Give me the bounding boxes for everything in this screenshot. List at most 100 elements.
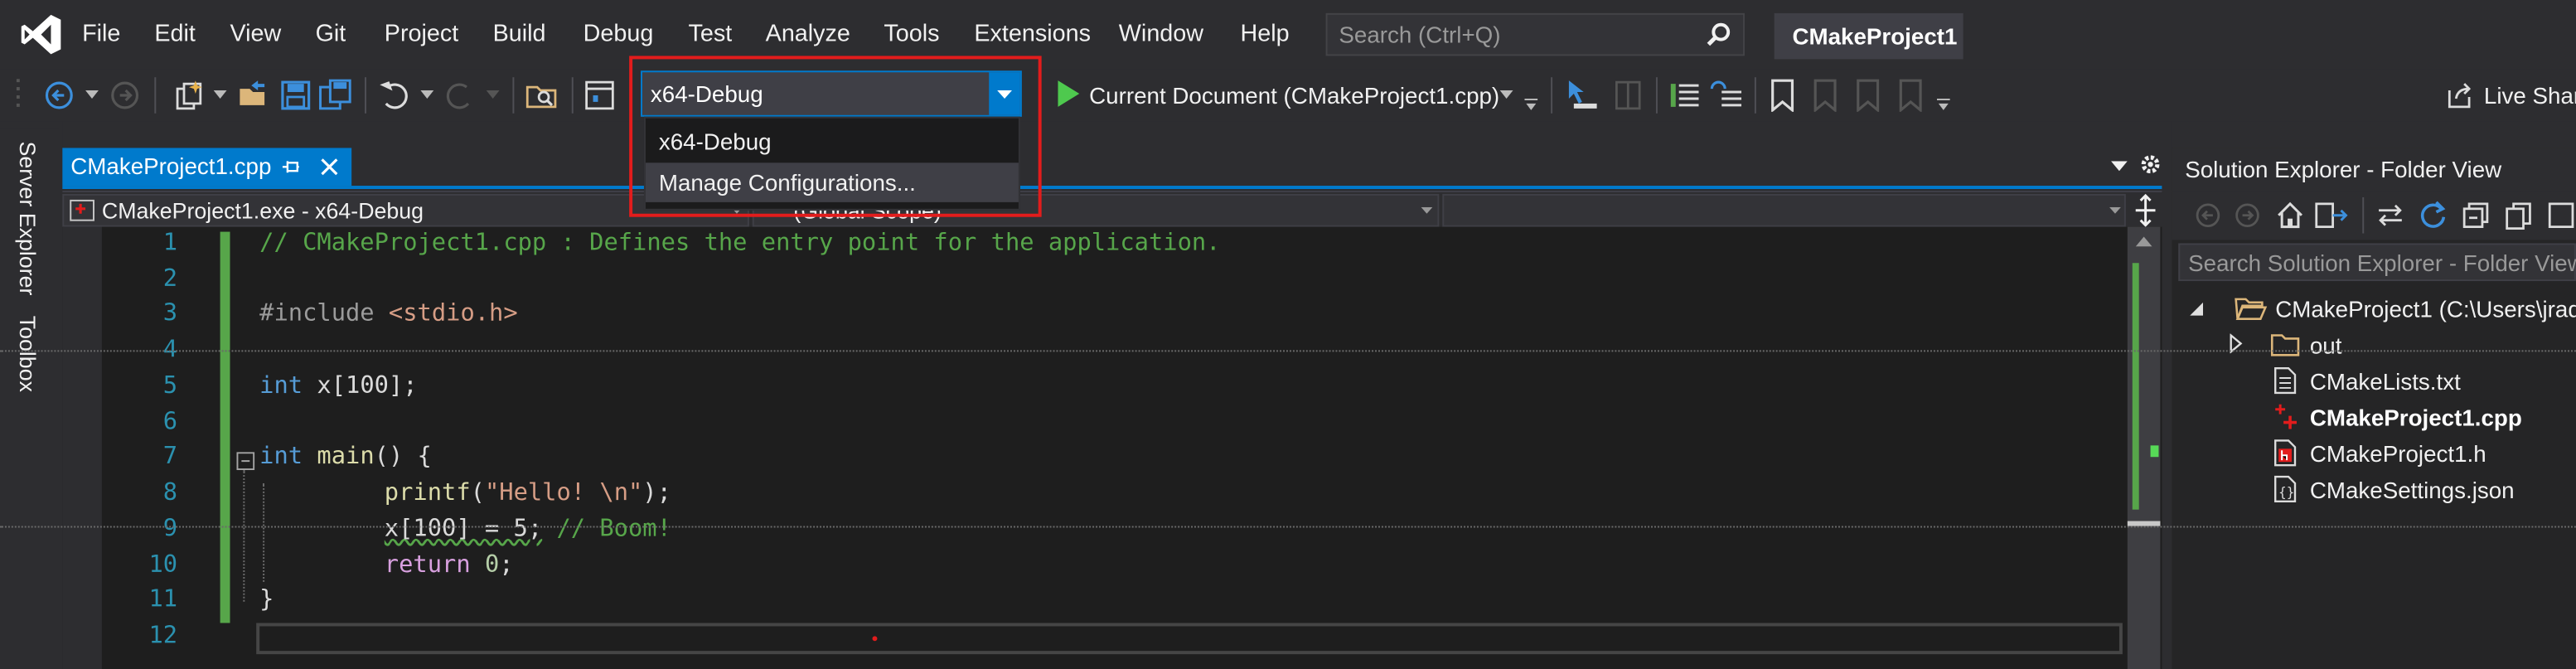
- tree-item-header[interactable]: CMakeProject1.h: [2172, 435, 2576, 472]
- overflow-icon[interactable]: [1524, 98, 1538, 112]
- chevron-down-icon[interactable]: [2110, 161, 2128, 172]
- menu-window[interactable]: Window: [1119, 20, 1203, 50]
- live-share-button[interactable]: Live Share: [2484, 82, 2576, 109]
- toolbar-separator: [2362, 196, 2365, 234]
- menu-debug[interactable]: Debug: [583, 20, 654, 50]
- vs-logo-icon[interactable]: [20, 13, 63, 56]
- menu-project[interactable]: Project: [385, 20, 458, 50]
- solution-explorer-title: Solution Explorer - Folder View: [2185, 156, 2502, 183]
- side-tool-tabs: Server Explorer Toolbox: [0, 128, 60, 669]
- forward-icon[interactable]: [109, 79, 142, 112]
- bookmark-next-icon[interactable]: [1852, 79, 1881, 112]
- bookmark-prev-icon[interactable]: [1809, 79, 1838, 112]
- vertical-scrollbar[interactable]: [2127, 226, 2161, 669]
- split-window-icon[interactable]: [2133, 193, 2159, 227]
- back-icon[interactable]: [43, 79, 76, 112]
- code-editor[interactable]: 1 2 3 4 5 6 7 8 9 10 11 12 // CMakeProje…: [62, 226, 2162, 669]
- scrollbar-change-marker: [2132, 263, 2139, 510]
- menu-help[interactable]: Help: [1240, 20, 1289, 50]
- tab-server-explorer[interactable]: Server Explorer: [15, 142, 40, 296]
- chevron-down-icon[interactable]: [1421, 206, 1433, 214]
- chevron-down-icon[interactable]: [2109, 206, 2121, 214]
- cpp-file-icon: [2275, 404, 2297, 429]
- switch-views-icon[interactable]: [2313, 201, 2350, 230]
- uncomment-icon[interactable]: [1708, 79, 1745, 112]
- forward-icon[interactable]: [2235, 202, 2261, 229]
- json-file-icon: {}: [2274, 475, 2297, 502]
- chevron-down-icon[interactable]: [420, 90, 434, 99]
- step-into-cursor-icon[interactable]: [1564, 79, 1600, 112]
- comment-icon[interactable]: [1669, 79, 1702, 112]
- folder-icon: [2270, 334, 2300, 356]
- menu-build[interactable]: Build: [493, 20, 546, 50]
- panel-splitter[interactable]: [2162, 148, 2172, 669]
- scroll-up-icon[interactable]: [2135, 236, 2152, 247]
- code-token: main: [317, 444, 375, 471]
- solution-explorer-search[interactable]: Search Solution Explorer - Folder View: [2178, 243, 2576, 282]
- menu-view[interactable]: View: [230, 20, 281, 50]
- collapse-icon[interactable]: [236, 452, 255, 471]
- undo-icon[interactable]: [378, 79, 411, 112]
- close-icon[interactable]: [321, 158, 339, 176]
- open-folder-icon[interactable]: [236, 79, 269, 112]
- line-number: 11: [148, 586, 178, 613]
- live-share-icon[interactable]: [2444, 80, 2474, 110]
- run-target-label[interactable]: Current Document (CMakeProject1.cpp): [1089, 82, 1499, 109]
- new-project-icon[interactable]: [172, 79, 206, 112]
- find-in-files-icon[interactable]: [525, 79, 562, 112]
- collapse-all-icon[interactable]: [2461, 201, 2491, 230]
- code-line-1: // CMakeProject1.cpp : Defines the entry…: [259, 230, 1221, 257]
- save-icon[interactable]: [279, 79, 312, 112]
- menu-analyze[interactable]: Analyze: [766, 20, 850, 50]
- tab-toolbox[interactable]: Toolbox: [15, 316, 40, 392]
- pin-icon[interactable]: [281, 158, 301, 176]
- overflow-icon[interactable]: [1936, 98, 1950, 112]
- search-box[interactable]: Search (Ctrl+Q): [1325, 12, 1745, 56]
- text-cursor: [872, 636, 878, 642]
- toolbar-separator: [365, 77, 367, 114]
- chevron-down-icon[interactable]: [486, 90, 500, 99]
- menu-git[interactable]: Git: [316, 20, 346, 50]
- member-scope-combo[interactable]: [1442, 193, 2126, 227]
- menu-extensions[interactable]: Extensions: [974, 20, 1091, 50]
- expanded-triangle-icon[interactable]: [2190, 302, 2203, 316]
- menu-file[interactable]: File: [82, 20, 120, 50]
- search-icon[interactable]: [1705, 22, 1731, 48]
- tree-root[interactable]: CMakeProject1 (C:\Users\jradi: [2172, 291, 2576, 327]
- code-line-5: int x[100];: [259, 373, 417, 400]
- menu-edit[interactable]: Edit: [154, 20, 196, 50]
- refresh-icon[interactable]: [2419, 201, 2448, 230]
- tree-item-cmakelists[interactable]: CMakeLists.txt: [2172, 363, 2576, 400]
- tree-item-out[interactable]: out: [2172, 327, 2576, 364]
- chevron-down-icon[interactable]: [213, 90, 227, 99]
- menu-tools[interactable]: Tools: [884, 20, 939, 50]
- back-icon[interactable]: [2195, 202, 2221, 229]
- gear-icon[interactable]: [2139, 153, 2162, 176]
- bookmark-clear-icon[interactable]: [1894, 79, 1924, 112]
- line-number: 3: [162, 300, 178, 327]
- play-icon[interactable]: [1055, 79, 1082, 109]
- line-number: 1: [162, 230, 178, 257]
- properties-icon[interactable]: [2546, 201, 2576, 230]
- document-tab[interactable]: CMakeProject1.cpp: [62, 148, 352, 187]
- chevron-down-icon[interactable]: [1499, 90, 1513, 99]
- bookmark-icon[interactable]: [1770, 79, 1796, 112]
- menu-test[interactable]: Test: [688, 20, 732, 50]
- guide-line: [0, 350, 2576, 352]
- redo-icon[interactable]: [443, 79, 477, 112]
- home-icon[interactable]: [2275, 201, 2305, 230]
- window-layout-icon[interactable]: [1613, 79, 1643, 112]
- annotation-highlight-box: [629, 56, 1042, 217]
- solution-explorer-icon[interactable]: [583, 79, 617, 112]
- chevron-down-icon[interactable]: [85, 90, 99, 99]
- code-token: int: [259, 444, 303, 471]
- code-line-8: printf("Hello! \n");: [385, 480, 671, 507]
- solution-explorer-search-placeholder: Search Solution Explorer - Folder View: [2188, 250, 2576, 277]
- code-line-9: x[100] = 5; // Boom!: [385, 516, 671, 543]
- show-all-files-icon[interactable]: [2504, 201, 2534, 230]
- sync-icon[interactable]: [2375, 202, 2405, 229]
- save-all-icon[interactable]: [319, 79, 356, 112]
- toolbar-separator: [154, 77, 157, 114]
- tree-item-settings[interactable]: {} CMakeSettings.json: [2172, 472, 2576, 508]
- tree-item-cpp-selected[interactable]: CMakeProject1.cpp: [2172, 400, 2576, 436]
